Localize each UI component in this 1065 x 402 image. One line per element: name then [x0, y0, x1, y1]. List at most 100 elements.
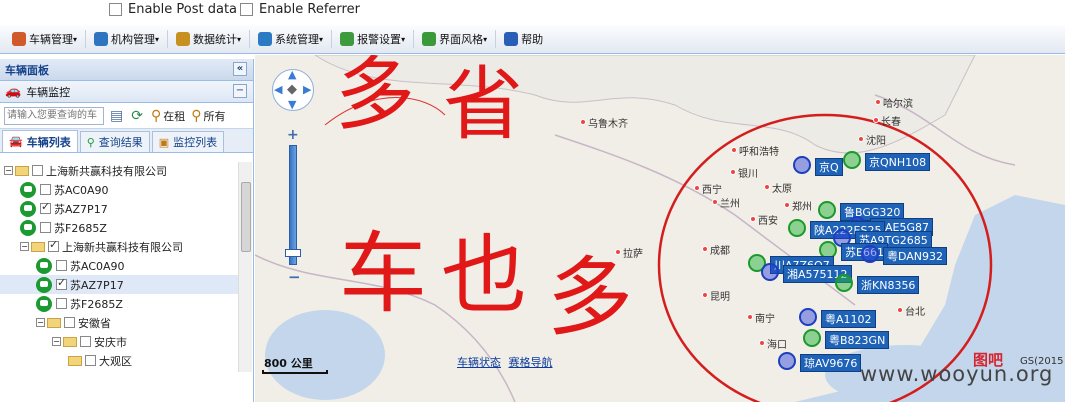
expand-toggle[interactable]: −: [52, 337, 61, 346]
panel-header: 车辆面板 «: [0, 59, 253, 81]
tree-scrollbar[interactable]: [238, 162, 252, 372]
tree-folder-row[interactable]: − 上海新共赢科技有限公司: [0, 237, 238, 256]
all-label: 所有: [203, 109, 226, 123]
menu-bar-chart[interactable]: 数据统计 ▾: [170, 28, 247, 50]
scrollbar-thumb[interactable]: [241, 182, 251, 252]
magnifier-icon: ⚲: [150, 107, 162, 124]
vehicle-plate-label[interactable]: 琼AV9676: [800, 354, 862, 372]
tree-vehicle-row[interactable]: 苏AZ7P17: [0, 275, 238, 294]
seg-navigation-link[interactable]: 赛格导航: [509, 356, 553, 369]
tree-label: 安徽省: [78, 316, 111, 330]
tree-checkbox[interactable]: [80, 336, 91, 347]
vehicle-marker[interactable]: [788, 219, 806, 237]
alarm-icon: [340, 32, 355, 46]
menu-help[interactable]: 帮助: [498, 28, 549, 50]
enable-post-checkbox[interactable]: [109, 3, 122, 16]
tab-query-results[interactable]: ⚲ 查询结果: [79, 131, 150, 152]
vehicle-marker[interactable]: [799, 308, 817, 326]
monitor-header: 🚗 车辆监控 −: [0, 81, 253, 103]
arrow-right-icon[interactable]: ▶: [303, 83, 311, 96]
menu-gear[interactable]: 系统管理 ▾: [252, 28, 329, 50]
tree-folder-row[interactable]: − 安庆市: [0, 332, 238, 351]
expand-toggle[interactable]: −: [20, 242, 29, 251]
map-view[interactable]: 哈尔滨 长春 沈阳 乌鲁木齐 呼和浩特 银川 太原 西宁 兰州 郑州 西安 成都 拉萨 昆明 南宁 海口 台北 …: [255, 55, 1065, 402]
zoom-slider[interactable]: + −: [285, 127, 301, 289]
vehicle-marker[interactable]: [843, 151, 861, 169]
vehicle-plate-label[interactable]: 浙KN8356: [857, 276, 920, 294]
enable-referrer-option[interactable]: Enable Referrer: [240, 2, 360, 17]
handwritten-character: 多: [335, 55, 415, 141]
tree-checkbox[interactable]: [64, 317, 75, 328]
city-dot: [730, 169, 736, 175]
rent-search-button[interactable]: ⚲ 在租: [151, 108, 185, 124]
city-dot: [897, 307, 903, 313]
expand-toggle[interactable]: −: [4, 166, 13, 175]
all-search-button[interactable]: ⚲ 所有: [191, 108, 225, 124]
menu-globe[interactable]: 机构管理 ▾: [88, 28, 165, 50]
vehicle-marker[interactable]: [803, 329, 821, 347]
vehicle-plate-label[interactable]: 粤DAN932: [883, 247, 948, 265]
zoom-handle[interactable]: [285, 249, 301, 257]
car-icon: 🚗: [5, 84, 22, 99]
menu-separator: [167, 30, 169, 48]
tree-checkbox[interactable]: [40, 222, 51, 233]
tab-vehicle-list[interactable]: 🚘 车辆列表: [2, 130, 78, 152]
vehicle-plate-label[interactable]: 粤B823GN: [825, 331, 890, 349]
tree-checkbox[interactable]: [56, 276, 67, 290]
tree-checkbox[interactable]: [56, 298, 67, 309]
city-dot: [873, 117, 879, 123]
vehicle-plate-label[interactable]: 京Q: [815, 158, 843, 176]
tree-checkbox[interactable]: [48, 238, 59, 252]
tree-label: 苏AZ7P17: [70, 278, 124, 292]
zoom-in-button[interactable]: +: [287, 127, 299, 143]
zoom-out-button[interactable]: −: [288, 268, 301, 286]
tree-vehicle-row[interactable]: 苏AC0A90: [0, 256, 238, 275]
tree-checkbox[interactable]: [40, 200, 51, 214]
tree-vehicle-row[interactable]: 苏AC0A90: [0, 180, 238, 199]
tree-folder-row[interactable]: 大观区: [0, 351, 238, 370]
minimize-monitor-button[interactable]: −: [233, 84, 247, 98]
menu-vehicle[interactable]: 车辆管理 ▾: [6, 28, 83, 50]
menu-palette[interactable]: 界面风格 ▾: [416, 28, 493, 50]
tree-checkbox[interactable]: [56, 260, 67, 271]
tree-vehicle-row[interactable]: 苏F2685Z: [0, 294, 238, 313]
tree-vehicle-row[interactable]: 苏F2685Z: [0, 218, 238, 237]
folder-icon: [68, 355, 82, 366]
tree-checkbox[interactable]: [85, 355, 96, 366]
arrow-left-icon[interactable]: ◀: [274, 83, 282, 96]
enable-post-option[interactable]: Enable Post data: [109, 2, 237, 17]
tree-checkbox[interactable]: [40, 184, 51, 195]
vehicle-marker[interactable]: [793, 156, 811, 174]
tab-monitor-list[interactable]: ▣ 监控列表: [151, 131, 225, 152]
vehicle-marker[interactable]: [818, 201, 836, 219]
arrow-up-icon[interactable]: ▲: [288, 68, 296, 81]
refresh-icon[interactable]: ⟳: [131, 108, 145, 124]
tree-label: 苏AZ7P17: [54, 202, 108, 216]
map-links: 车辆状态 赛格导航: [457, 354, 557, 370]
vehicle-plate-label[interactable]: 京QNH108: [865, 153, 931, 171]
arrow-down-icon[interactable]: ▼: [288, 98, 296, 111]
bar-chart-icon: [176, 32, 191, 46]
vehicle-marker[interactable]: [861, 245, 879, 263]
list-icon[interactable]: ▤: [110, 108, 125, 124]
pan-control[interactable]: ▲ ▼ ◀ ▶ ◆: [272, 68, 314, 111]
tree-folder-row[interactable]: − 上海新共赢科技有限公司: [0, 161, 238, 180]
tree-folder-row[interactable]: − 安徽省: [0, 313, 238, 332]
vehicle-marker[interactable]: [761, 263, 779, 281]
vehicle-plate-label[interactable]: 粤A1102: [821, 310, 876, 328]
magnifier-icon: ⚲: [86, 135, 95, 149]
collapse-panel-button[interactable]: «: [233, 62, 247, 76]
enable-referrer-checkbox[interactable]: [240, 3, 253, 16]
vehicle-status-link[interactable]: 车辆状态: [457, 356, 501, 369]
expand-toggle[interactable]: −: [36, 318, 45, 327]
menu-alarm[interactable]: 报警设置 ▾: [334, 28, 411, 50]
zoom-track[interactable]: [289, 145, 297, 265]
vehicle-marker[interactable]: [778, 352, 796, 370]
folder-icon: [31, 241, 45, 252]
vehicle-marker[interactable]: [835, 274, 853, 292]
rent-label: 在租: [163, 109, 186, 123]
pan-center-icon[interactable]: ◆: [287, 82, 297, 97]
tree-vehicle-row[interactable]: 苏AZ7P17: [0, 199, 238, 218]
vehicle-search-input[interactable]: [4, 106, 104, 125]
tree-checkbox[interactable]: [32, 165, 43, 176]
